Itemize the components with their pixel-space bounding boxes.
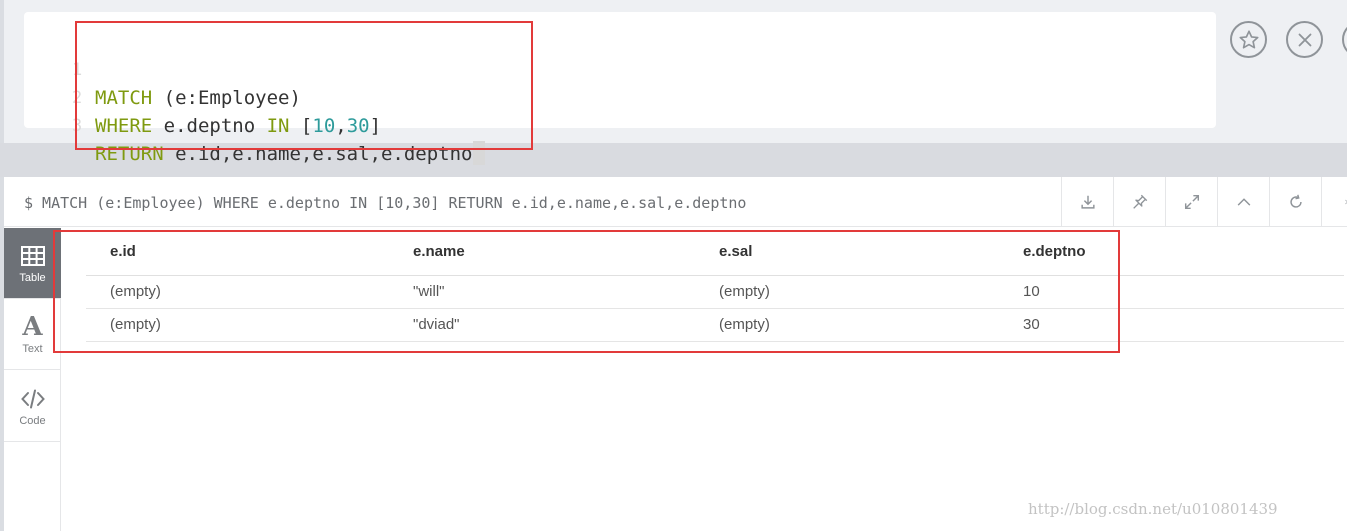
collapse-icon [1237,198,1250,206]
clear-button[interactable] [1286,21,1323,58]
result-query-text[interactable]: $ MATCH (e:Employee) WHERE e.deptno IN [… [24,177,746,229]
download-button[interactable] [1061,177,1113,227]
code-icon [20,389,45,408]
close-circle-icon [1298,33,1311,46]
rerun-icon [1289,194,1302,208]
text-icon: A [22,311,43,342]
tab-text-label: Text [22,342,43,355]
highlight-box-editor [75,21,533,150]
collapse-button[interactable] [1217,177,1269,227]
pin-icon [1132,194,1147,209]
star-icon [1238,29,1259,49]
highlight-box-results [53,230,1120,353]
watermark-text: http://blog.csdn.net/u010801439 [1028,500,1278,518]
rerun-button[interactable] [1269,177,1321,227]
favorite-button[interactable] [1230,21,1267,58]
expand-icon [1184,194,1199,210]
fullscreen-button[interactable] [1165,177,1217,227]
download-icon [1080,195,1095,209]
close-frame-button[interactable] [1321,177,1347,227]
run-button[interactable] [1342,21,1347,58]
table-icon [20,245,45,266]
tab-code-label: Code [19,414,46,427]
tab-code[interactable]: Code [4,371,61,442]
tab-table-label: Table [19,271,46,284]
result-header: $ MATCH (e:Employee) WHERE e.deptno IN [… [4,177,1347,227]
pin-button[interactable] [1113,177,1165,227]
